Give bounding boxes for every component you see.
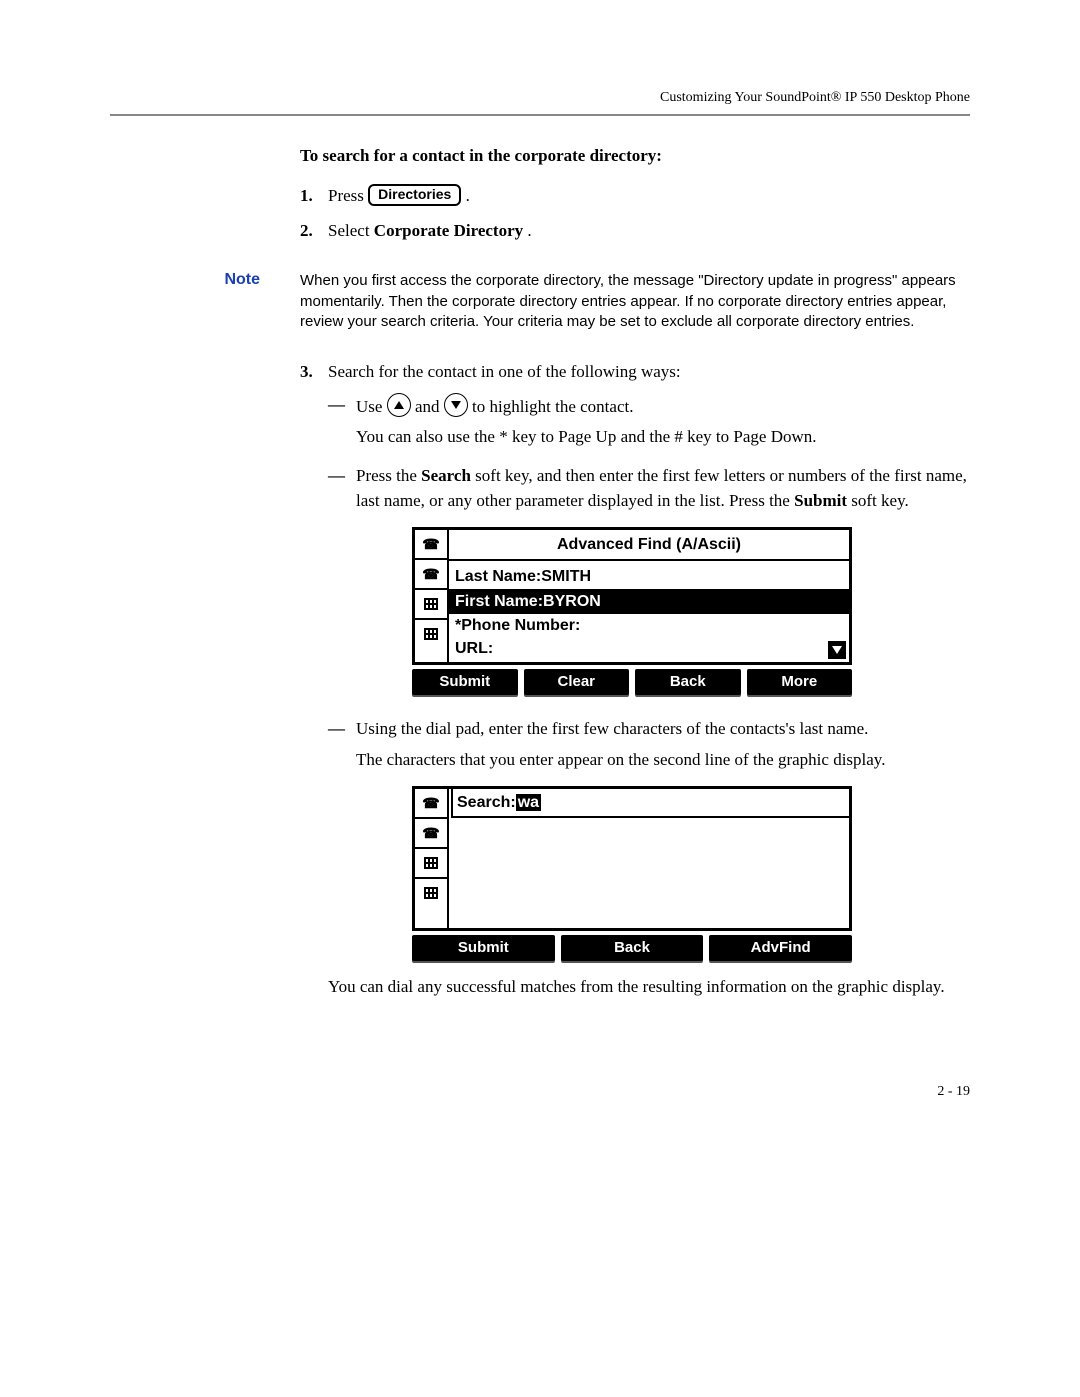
line-key-4-icon bbox=[415, 620, 447, 648]
bullet-3-para2: The characters that you enter appear on … bbox=[356, 748, 970, 773]
note: Note When you first access the corporate… bbox=[110, 271, 970, 332]
line-key-1-icon: ☎ bbox=[415, 789, 447, 819]
bullet-2-a: Press the bbox=[356, 466, 421, 485]
bullet-1-c: to highlight the contact. bbox=[472, 397, 633, 416]
lcd1-main: Advanced Find (A/Ascii) Last Name: SMITH bbox=[449, 530, 849, 662]
lcd1-frame: ☎ ☎ Advanced Find (A/Ascii) bbox=[412, 527, 852, 665]
lcd1-title: Advanced Find (A/Ascii) bbox=[449, 530, 849, 561]
line-key-3-icon bbox=[415, 590, 447, 620]
lcd2-search-value: wa bbox=[516, 794, 541, 811]
bullet-3-text: Using the dial pad, enter the first few … bbox=[356, 717, 970, 742]
step-2: 2. Select Corporate Directory . bbox=[300, 219, 970, 244]
lcd2-sidebar: ☎ ☎ bbox=[415, 789, 449, 928]
lcd1-row-phone: *Phone Number: bbox=[455, 614, 843, 637]
step-1-text-b: . bbox=[466, 186, 470, 205]
lcd1-lastname-label: Last Name: bbox=[455, 565, 541, 588]
lcd1-firstname-label: First Name: bbox=[455, 590, 543, 613]
bullet-search-softkey: Press the Search soft key, and then ente… bbox=[328, 464, 970, 709]
step-3-body: Search for the contact in one of the fol… bbox=[328, 360, 970, 1014]
line-key-4-icon bbox=[415, 879, 447, 907]
softkey-back: Back bbox=[561, 935, 704, 961]
step-3: 3. Search for the contact in one of the … bbox=[300, 360, 970, 1014]
lcd2-search-row: Search:wa bbox=[451, 789, 849, 818]
step-2-number: 2. bbox=[300, 219, 328, 244]
step-2-body: Select Corporate Directory . bbox=[328, 219, 970, 244]
bullet-1-para2: You can also use the * key to Page Up an… bbox=[356, 425, 970, 450]
softkey-advfind: AdvFind bbox=[709, 935, 852, 961]
running-head: Customizing Your SoundPoint® IP 550 Desk… bbox=[110, 90, 970, 106]
step-2-text-b: . bbox=[527, 221, 531, 240]
softkey-submit: Submit bbox=[412, 935, 555, 961]
bullet-2-body: Press the Search soft key, and then ente… bbox=[356, 464, 970, 709]
tail-text: You can dial any successful matches from… bbox=[328, 975, 970, 1000]
header-rule bbox=[110, 114, 970, 116]
softkey-more: More bbox=[747, 669, 853, 695]
line-key-2-icon: ☎ bbox=[415, 819, 447, 849]
line-key-3-icon bbox=[415, 849, 447, 879]
page-number: 2 - 19 bbox=[110, 1084, 970, 1100]
step-3-text: Search for the contact in one of the fol… bbox=[328, 360, 970, 385]
content-column: To search for a contact in the corporate… bbox=[300, 146, 970, 1014]
note-label: Note bbox=[110, 271, 300, 332]
bullet-2-bold1: Search bbox=[421, 466, 471, 485]
scroll-down-icon bbox=[828, 641, 846, 659]
dash-icon bbox=[328, 717, 356, 1006]
lcd2-frame: ☎ ☎ Search:wa bbox=[412, 786, 852, 931]
step-3-number: 3. bbox=[300, 360, 328, 1014]
step-list: 1. Press Directories . 2. Select Corpora… bbox=[300, 184, 970, 243]
line-key-1-icon: ☎ bbox=[415, 530, 447, 560]
down-arrow-key-icon bbox=[444, 393, 468, 417]
softkey-submit: Submit bbox=[412, 669, 518, 695]
lcd-search: ☎ ☎ Search:wa bbox=[412, 786, 852, 961]
lcd1-url-label: URL: bbox=[455, 637, 493, 660]
dash-icon bbox=[328, 393, 356, 456]
lcd2-softkeys: Submit Back AdvFind bbox=[412, 935, 852, 961]
bullet-1-a: Use bbox=[356, 397, 387, 416]
lcd1-firstname-value: BYRON bbox=[543, 590, 601, 613]
lcd2-results-area bbox=[449, 818, 849, 928]
softkey-back: Back bbox=[635, 669, 741, 695]
lcd1-sidebar: ☎ ☎ bbox=[415, 530, 449, 662]
lcd-advanced-find: ☎ ☎ Advanced Find (A/Ascii) bbox=[412, 527, 852, 695]
bullet-arrow-keys: Use and to highlight the contact. You ca… bbox=[328, 393, 970, 456]
lcd2-main: Search:wa bbox=[449, 789, 849, 928]
page: Customizing Your SoundPoint® IP 550 Desk… bbox=[0, 0, 1080, 1160]
step-list-continued: 3. Search for the contact in one of the … bbox=[300, 360, 970, 1014]
bullet-3-body: Using the dial pad, enter the first few … bbox=[356, 717, 970, 1006]
step-1: 1. Press Directories . bbox=[300, 184, 970, 209]
step-1-number: 1. bbox=[300, 184, 328, 209]
lcd1-row-firstname: First Name: BYRON bbox=[449, 589, 849, 614]
lcd1-row-lastname: Last Name: SMITH bbox=[455, 565, 843, 588]
lcd1-softkeys: Submit Clear Back More bbox=[412, 669, 852, 695]
line-key-2-icon: ☎ bbox=[415, 560, 447, 590]
lcd1-row-url: URL: bbox=[455, 637, 843, 660]
lcd1-lastname-value: SMITH bbox=[541, 565, 591, 588]
dash-icon bbox=[328, 464, 356, 709]
lcd1-phone-label: *Phone Number: bbox=[455, 614, 580, 637]
section-heading: To search for a contact in the corporate… bbox=[300, 146, 970, 166]
lcd2-search-label: Search: bbox=[457, 794, 516, 811]
softkey-clear: Clear bbox=[524, 669, 630, 695]
bullet-2-bold2: Submit bbox=[794, 491, 847, 510]
bullet-2-c: soft key. bbox=[851, 491, 908, 510]
step-2-bold: Corporate Directory bbox=[374, 221, 523, 240]
note-body: When you first access the corporate dire… bbox=[300, 271, 970, 332]
bullet-1-body: Use and to highlight the contact. You ca… bbox=[356, 393, 970, 456]
step-1-body: Press Directories . bbox=[328, 184, 970, 209]
step-3-sublist: Use and to highlight the contact. You ca… bbox=[328, 393, 970, 1006]
step-1-text-a: Press bbox=[328, 186, 368, 205]
directories-key: Directories bbox=[368, 184, 461, 206]
up-arrow-key-icon bbox=[387, 393, 411, 417]
bullet-dialpad: Using the dial pad, enter the first few … bbox=[328, 717, 970, 1006]
bullet-1-b: and bbox=[415, 397, 444, 416]
step-2-text-a: Select bbox=[328, 221, 374, 240]
